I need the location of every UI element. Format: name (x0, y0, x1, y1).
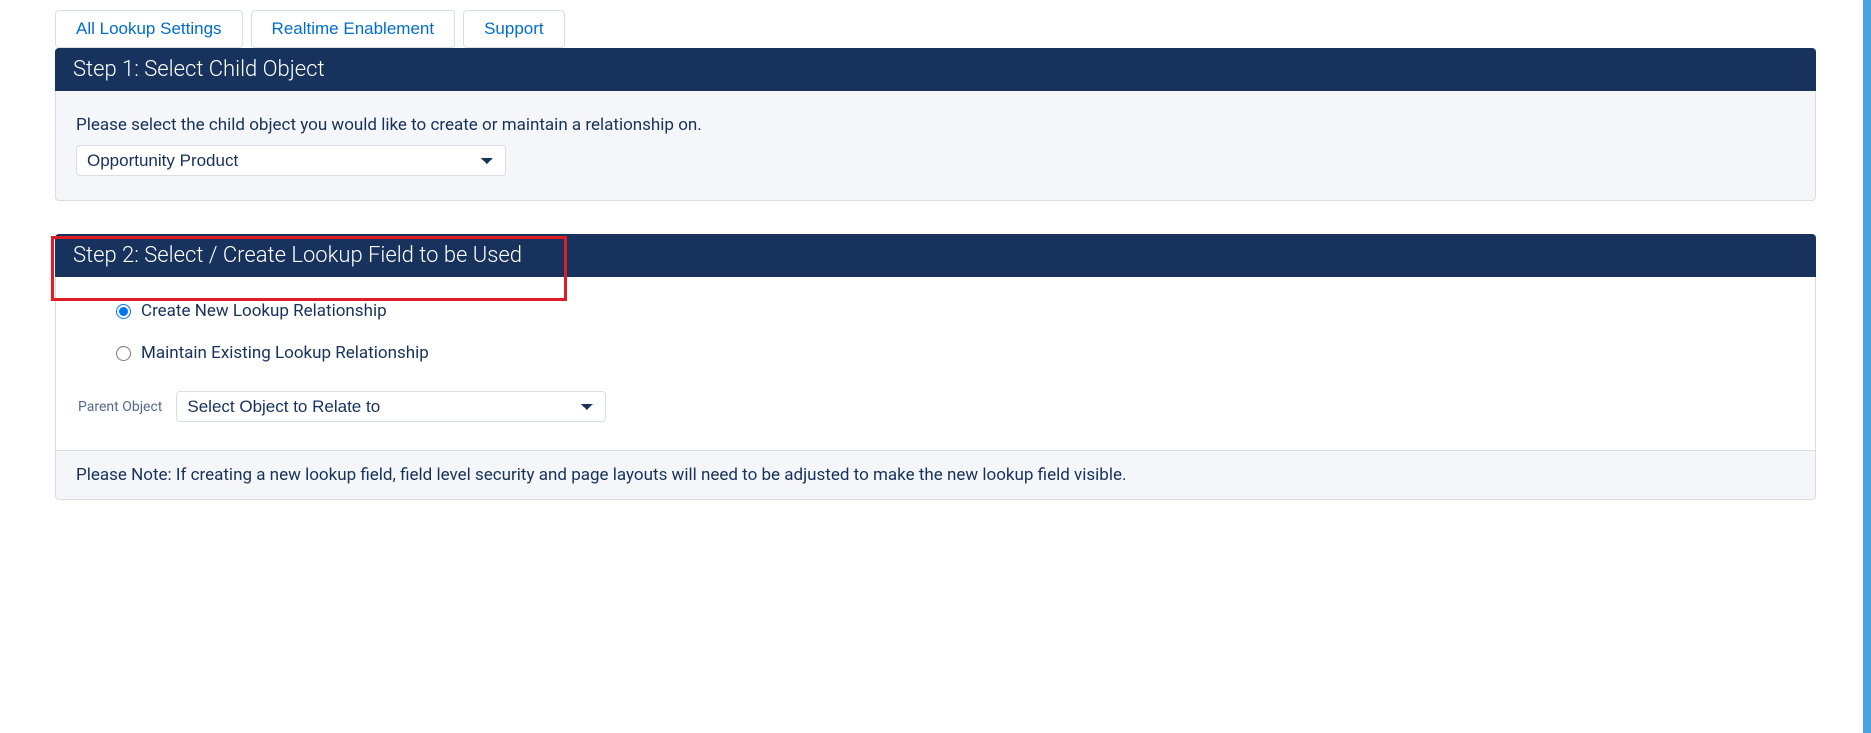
step2-body: Create New Lookup Relationship Maintain … (55, 277, 1816, 451)
scrollbar[interactable] (1863, 0, 1871, 733)
tab-all-lookup-settings[interactable]: All Lookup Settings (55, 10, 243, 48)
step1-panel: Please select the child object you would… (55, 91, 1816, 201)
radio-maintain-input[interactable] (116, 346, 131, 361)
tab-realtime-enablement[interactable]: Realtime Enablement (251, 10, 456, 48)
step2-header: Step 2: Select / Create Lookup Field to … (55, 234, 1816, 277)
radio-create-new-label: Create New Lookup Relationship (141, 301, 387, 321)
radio-maintain-existing[interactable]: Maintain Existing Lookup Relationship (116, 343, 1795, 363)
step1-header: Step 1: Select Child Object (55, 48, 1816, 91)
tab-support[interactable]: Support (463, 10, 565, 48)
child-object-select[interactable]: Opportunity Product (76, 145, 506, 176)
radio-maintain-label: Maintain Existing Lookup Relationship (141, 343, 429, 363)
radio-create-new[interactable]: Create New Lookup Relationship (116, 301, 1795, 321)
step2-note: Please Note: If creating a new lookup fi… (55, 451, 1816, 500)
parent-object-select[interactable]: Select Object to Relate to (176, 391, 606, 422)
radio-create-new-input[interactable] (116, 304, 131, 319)
parent-object-label: Parent Object (78, 399, 162, 415)
step1-instruction: Please select the child object you would… (76, 115, 1795, 135)
tab-group: All Lookup Settings Realtime Enablement … (55, 10, 1816, 48)
